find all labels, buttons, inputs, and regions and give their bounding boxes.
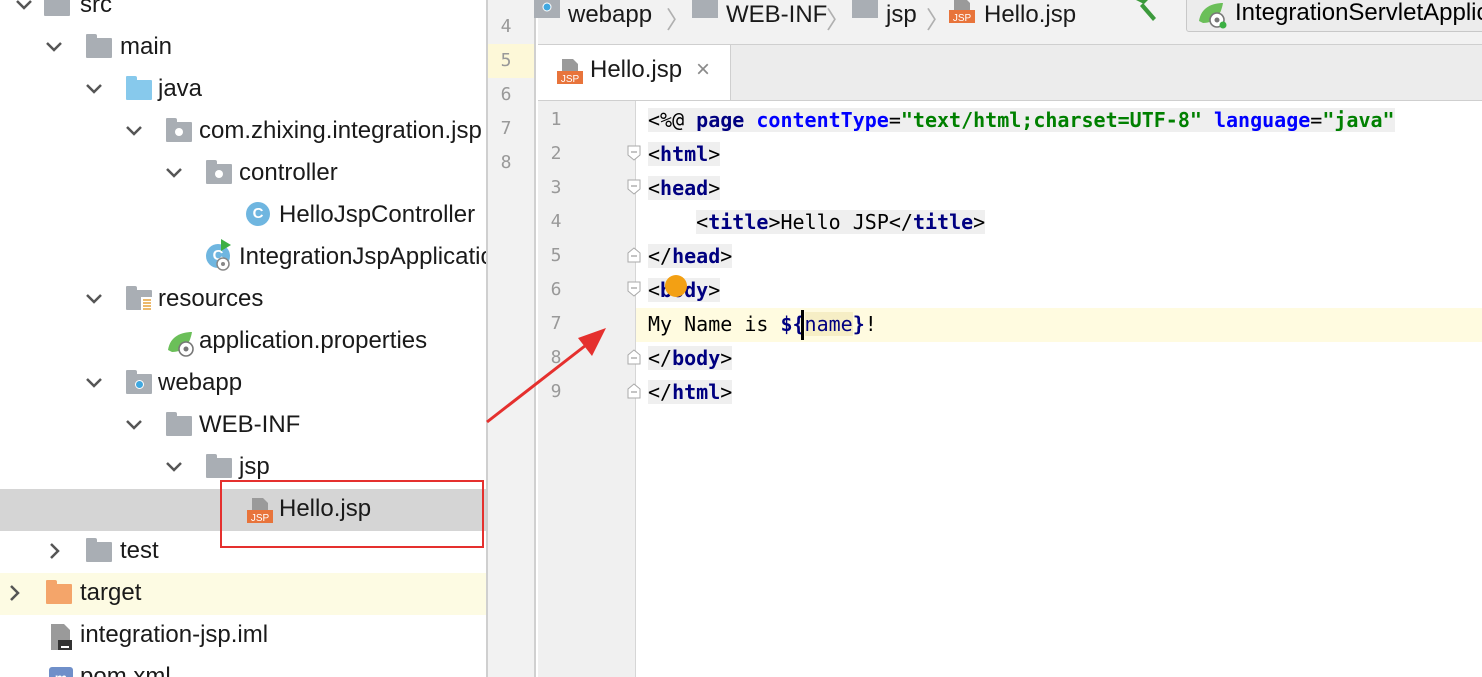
annotation-arrow-icon [486, 328, 606, 424]
